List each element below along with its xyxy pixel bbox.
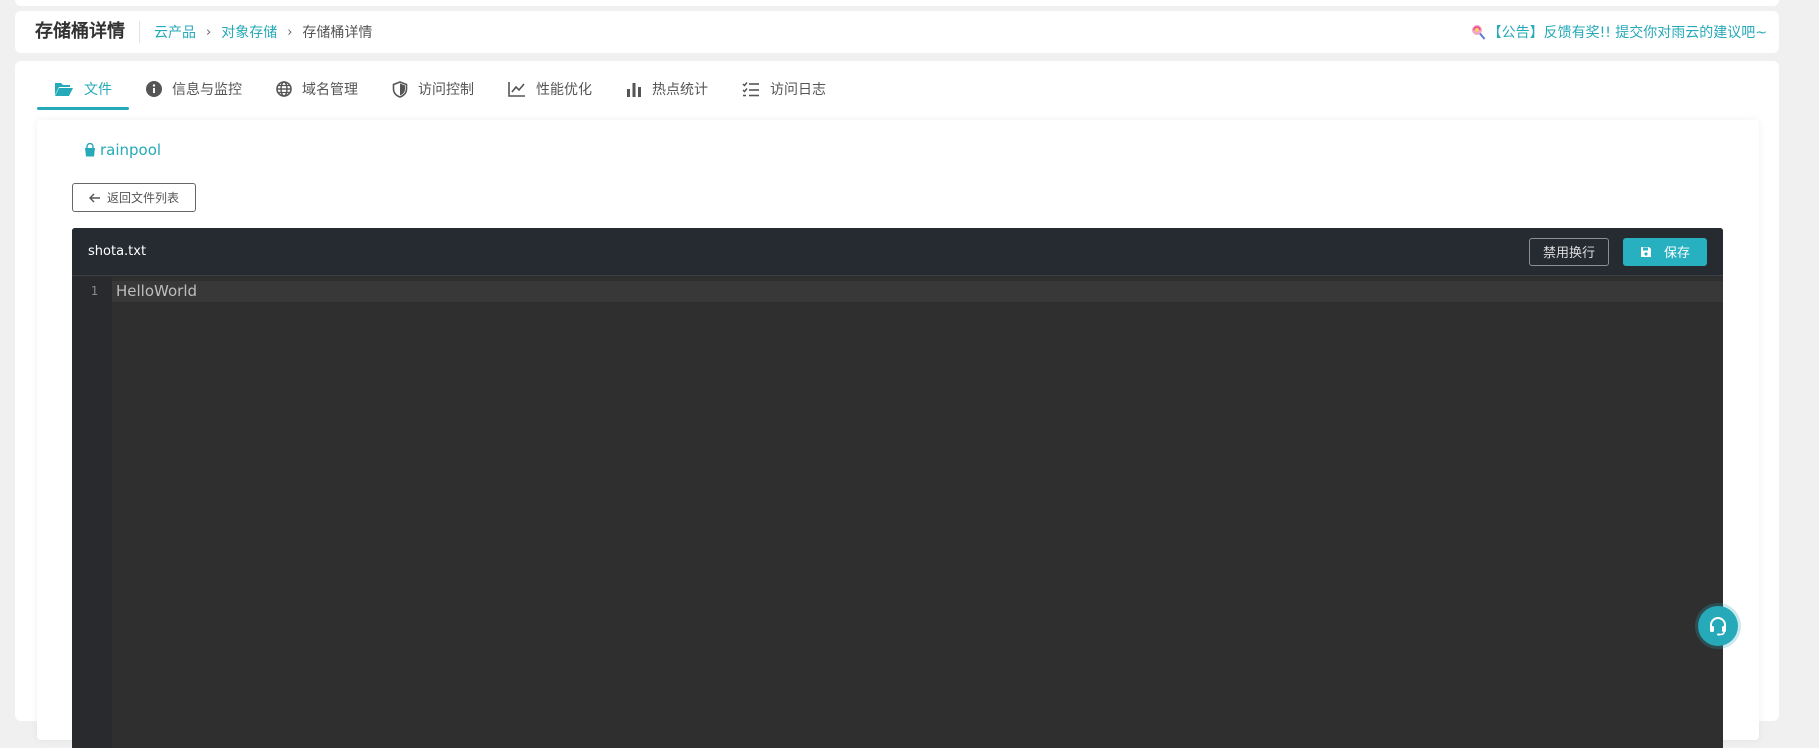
back-to-file-list-button[interactable]: 返回文件列表 [72,183,196,212]
line-number: 1 [90,284,98,298]
tab-domain-management[interactable]: 域名管理 [259,69,375,109]
checklist-icon [742,82,759,97]
editor-header: shota.txt 禁用换行 保存 [72,228,1723,276]
breadcrumb-link-object-storage[interactable]: 对象存储 [221,22,277,42]
headset-icon [1710,617,1726,636]
bar-chart-icon [627,83,641,97]
code-area[interactable]: HelloWorld [112,277,1723,748]
tab-label: 信息与监控 [172,82,242,98]
top-strip [15,0,1779,6]
tab-access-control[interactable]: 访问控制 [375,69,491,109]
globe-icon [276,81,292,97]
bucket-icon [85,143,95,157]
breadcrumb-current: 存储桶详情 [302,25,373,41]
tab-label: 性能优化 [536,82,592,98]
tab-info-monitor[interactable]: 信息与监控 [129,69,259,109]
line-chart-icon [508,82,525,97]
bucket-name: rainpool [100,141,162,159]
tab-label: 访问日志 [770,82,826,98]
info-circle-icon [146,81,162,97]
main-card: 文件 信息与监控 域名管理 访问控制 性能优化 热点统计 访问日志 rainpo… [15,61,1779,748]
tab-access-logs[interactable]: 访问日志 [725,69,843,109]
announcement-text: 【公告】反馈有奖!! 提交你对雨云的建议吧~ [1487,25,1767,41]
page-title: 存储桶详情 [35,21,140,43]
shield-icon [392,80,408,98]
save-button-label: 保存 [1663,246,1690,261]
tab-label: 文件 [84,82,112,98]
breadcrumb: 云产品 › 对象存储 › 存储桶详情 [154,22,372,42]
tab-hotspot-stats[interactable]: 热点统计 [609,69,725,109]
active-line-highlight [112,281,1723,302]
back-button-label: 返回文件列表 [106,191,179,205]
chevron-right-icon: › [206,24,212,40]
tab-performance[interactable]: 性能优化 [491,69,609,109]
tab-label: 域名管理 [302,82,358,98]
tab-files[interactable]: 文件 [37,69,129,110]
breadcrumb-link-cloud-products[interactable]: 云产品 [154,22,196,42]
bucket-link[interactable]: rainpool [84,141,161,159]
editor-file-name: shota.txt [88,244,147,259]
folder-open-icon [55,83,73,96]
tab-label: 访问控制 [418,82,474,98]
code-line[interactable]: HelloWorld [116,282,197,300]
arrow-left-icon [88,193,100,202]
announcement-link[interactable]: 【公告】反馈有奖!! 提交你对雨云的建议吧~ [1470,22,1767,42]
chevron-right-icon: › [287,24,293,40]
tab-bar: 文件 信息与监控 域名管理 访问控制 性能优化 热点统计 访问日志 [37,69,843,110]
lollipop-icon [1471,25,1485,40]
page-header: 存储桶详情 云产品 › 对象存储 › 存储桶详情 【公告】反馈有奖!! 提交你对… [15,11,1779,53]
save-button[interactable]: 保存 [1623,237,1707,266]
customer-support-button[interactable] [1698,606,1738,646]
save-icon [1640,246,1651,257]
disable-wrap-button[interactable]: 禁用换行 [1528,237,1609,266]
tab-label: 热点统计 [652,82,708,98]
text-editor: shota.txt 禁用换行 保存 1 HelloWorld [72,228,1723,748]
line-number-gutter: 1 [72,277,112,748]
file-panel: rainpool 返回文件列表 shota.txt 禁用换行 保存 1 Hell… [37,120,1759,748]
